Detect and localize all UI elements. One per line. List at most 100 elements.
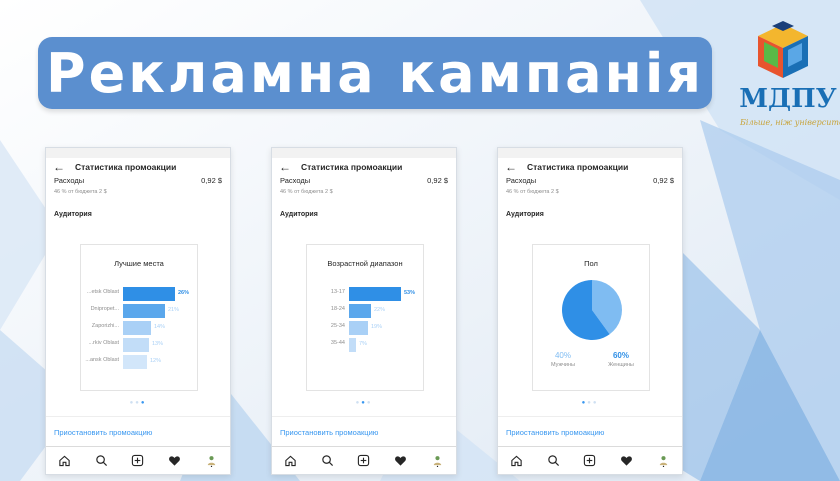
bar bbox=[349, 287, 401, 301]
bar-category-label: ...etsk Oblast bbox=[86, 289, 119, 295]
spend-value: 0,92 $ bbox=[653, 176, 674, 185]
status-bar bbox=[498, 148, 682, 158]
audience-label: Аудитория bbox=[54, 211, 92, 218]
screen-title: Статистика промоакции bbox=[527, 162, 629, 172]
pause-promotion-link[interactable]: Приостановить промоакцию bbox=[46, 416, 230, 437]
bar-value-label: 26% bbox=[178, 290, 190, 296]
bar-value-label: 12% bbox=[150, 358, 162, 364]
bar-row: 13-17 53% bbox=[307, 287, 425, 301]
page-dot[interactable]: ● bbox=[141, 400, 147, 406]
pause-promotion-link[interactable]: Приостановить промоакцию bbox=[498, 416, 682, 437]
legend-female: 60% Женщины bbox=[601, 351, 641, 368]
bar-row: ...etsk Oblast 26% bbox=[81, 287, 199, 301]
add-icon[interactable] bbox=[130, 453, 146, 469]
bar-row: ...rkiv Oblast 13% bbox=[81, 338, 199, 352]
search-icon[interactable] bbox=[545, 453, 561, 469]
bar-category-label: 18-24 bbox=[330, 306, 345, 312]
phone-screen-gender: ← Статистика промоакции Расходы 0,92 $ 4… bbox=[497, 147, 683, 475]
search-icon[interactable] bbox=[93, 453, 109, 469]
bar bbox=[123, 355, 147, 369]
logo-name: МДПУ bbox=[739, 84, 837, 114]
screen-header: ← Статистика промоакции bbox=[272, 158, 456, 176]
budget-note: 46 % от бюджета 2 $ bbox=[54, 189, 107, 195]
chart-title: Пол bbox=[584, 259, 598, 268]
bar-category-label: ...rkiv Oblast bbox=[88, 340, 119, 346]
legend-male-label: Мужчины bbox=[550, 362, 575, 368]
spend-row: Расходы 0,92 $ bbox=[46, 176, 230, 185]
home-icon[interactable] bbox=[508, 453, 524, 469]
chart-card: Лучшие места ...etsk Oblast 26% Dnipropet.… bbox=[80, 244, 198, 391]
page-dot[interactable]: ● bbox=[593, 400, 599, 406]
phone-screen-age-range: ← Статистика промоакции Расходы 0,92 $ 4… bbox=[271, 147, 457, 475]
add-icon[interactable] bbox=[582, 453, 598, 469]
logo-slogan: Більше, ніж університет! bbox=[740, 118, 840, 127]
pie-svg bbox=[562, 280, 622, 340]
bar-row: 35-44 7% bbox=[307, 338, 425, 352]
status-bar bbox=[46, 148, 230, 158]
screen-title: Статистика промоакции bbox=[301, 162, 403, 172]
bottom-nav bbox=[46, 446, 230, 474]
bar-value-label: 7% bbox=[359, 341, 367, 347]
profile-icon[interactable] bbox=[430, 453, 446, 469]
back-arrow-icon[interactable]: ← bbox=[53, 161, 65, 173]
audience-label: Аудитория bbox=[506, 211, 544, 218]
chart-card: Возрастной диапазон 13-17 53% 18-24 22% 25-3… bbox=[306, 244, 424, 391]
title-banner: Рекламна кампанія bbox=[38, 37, 712, 109]
budget-note: 46 % от бюджета 2 $ bbox=[506, 189, 559, 195]
spend-label: Расходы bbox=[280, 176, 311, 185]
legend-female-label: Женщины bbox=[608, 362, 634, 368]
bar bbox=[349, 304, 371, 318]
page-dots[interactable]: ●●● bbox=[272, 400, 456, 406]
back-arrow-icon[interactable]: ← bbox=[279, 161, 291, 173]
bar-value-label: 14% bbox=[154, 324, 166, 330]
status-bar bbox=[272, 148, 456, 158]
bar-category-label: Dnipropet... bbox=[90, 306, 119, 312]
bar bbox=[123, 338, 149, 352]
bar bbox=[349, 338, 356, 352]
spend-value: 0,92 $ bbox=[427, 176, 448, 185]
bar-row: 18-24 22% bbox=[307, 304, 425, 318]
spend-label: Расходы bbox=[506, 176, 537, 185]
bar-category-label: ...ansk Oblast bbox=[85, 357, 119, 363]
bar-value-label: 13% bbox=[152, 341, 164, 347]
pause-promotion-link[interactable]: Приостановить промоакцию bbox=[272, 416, 456, 437]
bar-row: Dnipropet... 21% bbox=[81, 304, 199, 318]
bar-row: Zaporizhi... 14% bbox=[81, 321, 199, 335]
legend-male: 40% Мужчины bbox=[543, 351, 583, 368]
home-icon[interactable] bbox=[56, 453, 72, 469]
bar-value-label: 21% bbox=[168, 307, 180, 313]
heart-icon[interactable] bbox=[393, 453, 409, 469]
bottom-nav bbox=[272, 446, 456, 474]
page-dot[interactable]: ● bbox=[367, 400, 373, 406]
budget-note: 46 % от бюджета 2 $ bbox=[280, 189, 333, 195]
bar-category-label: 25-34 bbox=[330, 323, 345, 329]
spend-label: Расходы bbox=[54, 176, 85, 185]
home-icon[interactable] bbox=[282, 453, 298, 469]
add-icon[interactable] bbox=[356, 453, 372, 469]
chart-card: Пол 40% Мужчины 60% Женщины bbox=[532, 244, 650, 391]
heart-icon[interactable] bbox=[619, 453, 635, 469]
page-dots[interactable]: ●●● bbox=[46, 400, 230, 406]
heart-icon[interactable] bbox=[167, 453, 183, 469]
chart-title: Лучшие места bbox=[114, 259, 164, 268]
bar bbox=[123, 287, 175, 301]
bar-value-label: 19% bbox=[371, 324, 383, 330]
bar-row: 25-34 19% bbox=[307, 321, 425, 335]
screen-header: ← Статистика промоакции bbox=[498, 158, 682, 176]
phone-screen-top-places: ← Статистика промоакции Расходы 0,92 $ 4… bbox=[45, 147, 231, 475]
page-dots[interactable]: ●●● bbox=[498, 400, 682, 406]
bar-value-label: 53% bbox=[404, 290, 416, 296]
bar-row: ...ansk Oblast 12% bbox=[81, 355, 199, 369]
bar-category-label: Zaporizhi... bbox=[91, 323, 119, 329]
bottom-nav bbox=[498, 446, 682, 474]
profile-icon[interactable] bbox=[204, 453, 220, 469]
back-arrow-icon[interactable]: ← bbox=[505, 161, 517, 173]
spend-row: Расходы 0,92 $ bbox=[272, 176, 456, 185]
screen-title: Статистика промоакции bbox=[75, 162, 177, 172]
bar-value-label: 22% bbox=[374, 307, 386, 313]
search-icon[interactable] bbox=[319, 453, 335, 469]
screen-header: ← Статистика промоакции bbox=[46, 158, 230, 176]
bar bbox=[349, 321, 368, 335]
profile-icon[interactable] bbox=[656, 453, 672, 469]
spend-row: Расходы 0,92 $ bbox=[498, 176, 682, 185]
